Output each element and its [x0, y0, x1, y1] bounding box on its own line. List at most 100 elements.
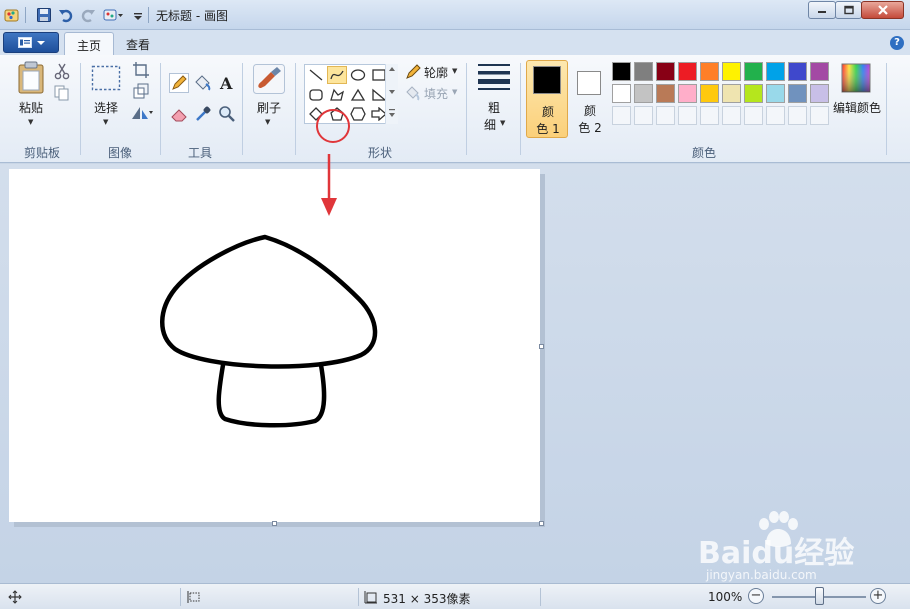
shape-polygon[interactable] — [327, 86, 347, 104]
magnifier-icon[interactable] — [217, 104, 237, 124]
palette-empty-slot[interactable] — [788, 106, 807, 125]
customize-icon[interactable] — [102, 7, 124, 23]
save-icon[interactable] — [36, 7, 52, 23]
fill-label[interactable]: 填充 — [424, 85, 448, 102]
minimize-button[interactable] — [808, 1, 836, 19]
brush-icon[interactable] — [253, 64, 285, 94]
palette-swatch[interactable] — [744, 62, 763, 81]
clipboard-group-label: 剪贴板 — [23, 146, 60, 160]
resize-icon[interactable] — [132, 82, 150, 100]
selection-size-icon — [187, 591, 200, 603]
tab-view[interactable]: 查看 — [114, 32, 162, 56]
fill-dropdown-icon[interactable]: ▼ — [452, 88, 457, 96]
line-shape-icon — [309, 69, 323, 81]
palette-swatch[interactable] — [766, 84, 785, 103]
paste-label[interactable]: 粘贴 — [14, 99, 48, 116]
edit-colors-icon[interactable] — [841, 63, 871, 93]
pencil-icon[interactable] — [169, 73, 189, 93]
canvas-size-text: 531 × 353像素 — [383, 592, 471, 606]
close-button[interactable] — [861, 1, 904, 19]
quick-access-dropdown-icon[interactable] — [132, 7, 144, 23]
palette-empty-slot[interactable] — [744, 106, 763, 125]
baidu-watermark: Baidu经验 jingyan.baidu.com — [698, 510, 898, 600]
color2-swatch — [577, 71, 601, 95]
palette-swatch[interactable] — [722, 62, 741, 81]
watermark-brand: Baidu经验 — [698, 536, 855, 571]
palette-swatch[interactable] — [766, 62, 785, 81]
brushes-dropdown-icon[interactable]: ▼ — [265, 118, 270, 126]
status-separator — [358, 588, 359, 606]
outline-label[interactable]: 轮廓 — [424, 64, 448, 81]
shapes-scrollbar[interactable] — [385, 64, 398, 124]
canvas-resize-handle-right[interactable] — [539, 344, 544, 349]
size-label-line2[interactable]: 细 — [480, 116, 500, 133]
palette-empty-slot[interactable] — [810, 106, 829, 125]
palette-swatch[interactable] — [612, 84, 631, 103]
palette-swatch[interactable] — [678, 62, 697, 81]
edit-colors-label[interactable]: 编辑颜色 — [830, 99, 884, 116]
shape-hexagon[interactable] — [348, 105, 368, 123]
palette-empty-slot[interactable] — [722, 106, 741, 125]
tab-home[interactable]: 主页 — [64, 32, 115, 57]
outline-icon[interactable] — [404, 63, 422, 81]
palette-swatch[interactable] — [700, 84, 719, 103]
palette-swatch[interactable] — [700, 62, 719, 81]
palette-empty-slot[interactable] — [766, 106, 785, 125]
paint-menu-button[interactable] — [3, 32, 59, 53]
palette-swatch[interactable] — [744, 84, 763, 103]
palette-empty-slot[interactable] — [612, 106, 631, 125]
title-bar: 无标题 - 画图 — [0, 0, 910, 30]
text-tool-icon[interactable]: A — [217, 73, 237, 93]
canvas-resize-handle-corner[interactable] — [539, 521, 544, 526]
palette-swatch[interactable] — [810, 62, 829, 81]
palette-swatch[interactable] — [656, 84, 675, 103]
crop-icon[interactable] — [132, 61, 150, 79]
select-label[interactable]: 选择 — [88, 99, 124, 116]
palette-swatch[interactable] — [634, 84, 653, 103]
select-dropdown-icon[interactable]: ▼ — [103, 118, 108, 126]
fill-icon[interactable] — [404, 84, 422, 102]
copy-icon[interactable] — [53, 84, 71, 102]
palette-swatch[interactable] — [612, 62, 631, 81]
palette-swatch[interactable] — [656, 62, 675, 81]
eraser-icon[interactable] — [169, 104, 189, 124]
shape-rounded-rectangle[interactable] — [306, 86, 326, 104]
palette-swatch[interactable] — [634, 62, 653, 81]
color2-button[interactable]: 颜 色 2 — [572, 60, 608, 138]
brushes-label[interactable]: 刷子 — [252, 99, 286, 116]
fill-bucket-icon[interactable] — [193, 73, 213, 93]
size-dropdown-icon[interactable]: ▼ — [500, 119, 505, 127]
ribbon-tab-bar: 主页 查看 ? — [0, 30, 910, 57]
size-icon[interactable] — [478, 63, 510, 91]
color1-button[interactable]: 颜 色 1 — [526, 60, 568, 138]
redo-icon[interactable] — [80, 7, 96, 23]
canvas-resize-handle-bottom[interactable] — [272, 521, 277, 526]
size-label-line1[interactable]: 粗 — [480, 99, 508, 116]
palette-empty-slot[interactable] — [700, 106, 719, 125]
palette-empty-slot[interactable] — [656, 106, 675, 125]
rotate-icon[interactable] — [130, 104, 154, 122]
palette-empty-slot[interactable] — [678, 106, 697, 125]
paint-app-icon[interactable] — [4, 7, 20, 23]
palette-swatch[interactable] — [788, 62, 807, 81]
undo-icon[interactable] — [58, 7, 74, 23]
palette-swatch[interactable] — [678, 84, 697, 103]
cut-icon[interactable] — [53, 62, 71, 80]
palette-swatch[interactable] — [788, 84, 807, 103]
palette-swatch[interactable] — [810, 84, 829, 103]
drawing-canvas[interactable] — [9, 169, 540, 522]
select-icon[interactable] — [91, 65, 121, 91]
shape-oval[interactable] — [348, 66, 368, 84]
palette-empty-slot[interactable] — [634, 106, 653, 125]
paste-icon[interactable] — [17, 61, 45, 95]
maximize-button[interactable] — [835, 1, 862, 19]
canvas-size-icon — [364, 591, 377, 604]
color-picker-icon[interactable] — [193, 104, 213, 124]
paste-dropdown-icon[interactable]: ▼ — [28, 118, 33, 126]
help-icon[interactable]: ? — [890, 36, 904, 50]
outline-dropdown-icon[interactable]: ▼ — [452, 67, 457, 75]
shape-triangle[interactable] — [348, 86, 368, 104]
shape-line[interactable] — [306, 66, 326, 84]
shape-curve[interactable] — [327, 66, 347, 84]
palette-swatch[interactable] — [722, 84, 741, 103]
